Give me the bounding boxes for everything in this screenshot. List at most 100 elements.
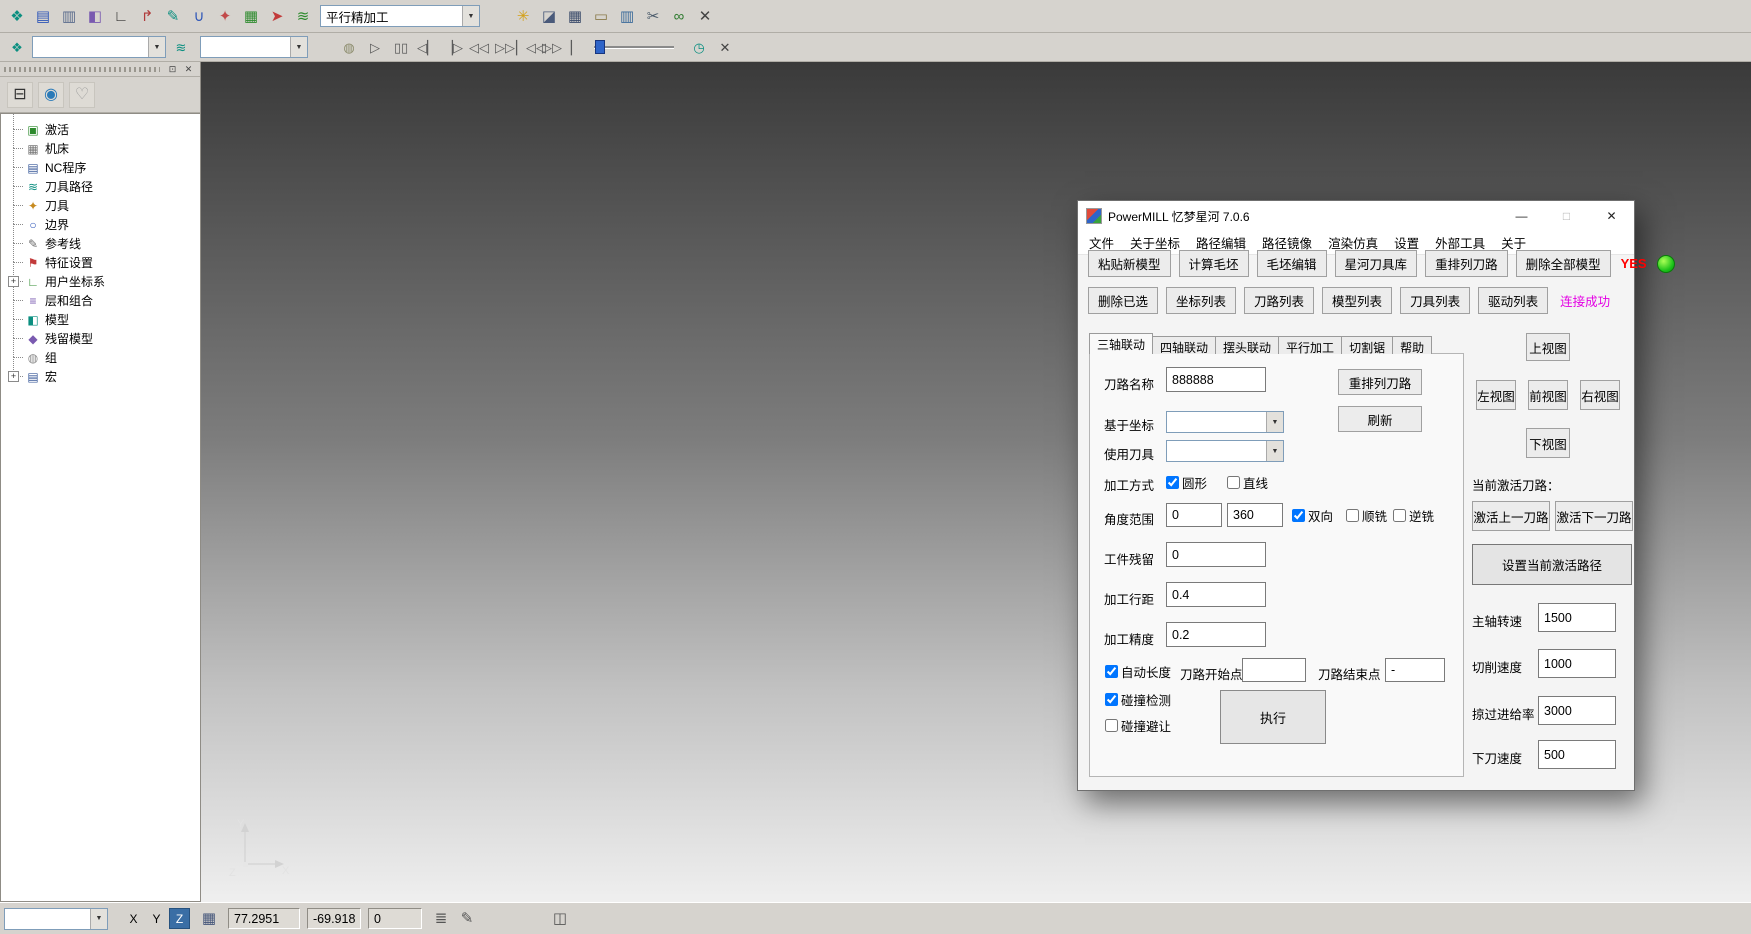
grid-icon[interactable]: ▦: [197, 907, 221, 931]
tab-help[interactable]: 帮助: [1392, 336, 1432, 354]
list-icon[interactable]: ≣: [429, 907, 453, 931]
arrow-tool-icon[interactable]: ➤: [265, 4, 289, 28]
pause-icon[interactable]: ▯▯: [389, 35, 413, 59]
panel-close-button[interactable]: ✕: [181, 63, 196, 76]
reorder-toolpaths-button[interactable]: 重排列刀路: [1338, 369, 1422, 395]
block-icon[interactable]: ◧: [83, 4, 107, 28]
ruler-icon[interactable]: ▭: [589, 4, 613, 28]
play-icon[interactable]: ▷: [363, 35, 387, 59]
print-icon[interactable]: ▥: [57, 4, 81, 28]
auto-length-checkbox[interactable]: 自动长度: [1105, 662, 1171, 681]
collision-avoid-checkbox[interactable]: 碰撞避让: [1105, 716, 1171, 735]
paste-new-model-button[interactable]: 粘贴新模型: [1088, 250, 1171, 277]
delete-all-models-button[interactable]: 删除全部模型: [1516, 250, 1611, 277]
panel-float-button[interactable]: ⊡: [165, 63, 180, 76]
chart-icon[interactable]: ▥: [615, 4, 639, 28]
skim-feed-input[interactable]: [1538, 696, 1616, 725]
binoculars-icon[interactable]: ∞: [667, 4, 691, 28]
workplane-icon[interactable]: ∟: [109, 4, 133, 28]
expand-icon[interactable]: +: [8, 276, 19, 287]
climb-milling-checkbox[interactable]: 顺铣: [1346, 506, 1387, 525]
circle-method-checkbox[interactable]: 圆形: [1166, 473, 1207, 492]
activate-previous-toolpath-button[interactable]: 激活上一刀路: [1472, 501, 1550, 531]
tree-item-toolpaths[interactable]: ≋刀具路径: [9, 177, 200, 196]
checkbox-input[interactable]: [1166, 476, 1179, 489]
angle-from-input[interactable]: [1166, 503, 1222, 527]
tree-item-models[interactable]: ◧模型: [9, 310, 200, 329]
based-coordinate-select[interactable]: ▼: [1166, 411, 1284, 433]
toolpath-list-button[interactable]: 刀路列表: [1244, 287, 1314, 314]
checkbox-input[interactable]: [1346, 509, 1359, 522]
tab-4axis[interactable]: 四轴联动: [1152, 336, 1216, 354]
angle-to-input[interactable]: [1227, 503, 1283, 527]
set-active-path-button[interactable]: 设置当前激活路径: [1472, 544, 1632, 585]
tree-item-stock-models[interactable]: ◆残留模型: [9, 329, 200, 348]
close-button[interactable]: ✕: [1589, 201, 1634, 231]
status-view-select[interactable]: ▼: [4, 908, 108, 930]
tree-structure-icon[interactable]: ⊟: [7, 82, 33, 108]
reorder-toolpaths-button[interactable]: 重排列刀路: [1425, 250, 1508, 277]
layers-icon[interactable]: ❖: [5, 35, 29, 59]
tree-item-macros[interactable]: +▤宏: [9, 367, 200, 386]
maximize-button[interactable]: □: [1544, 201, 1589, 231]
curves-icon[interactable]: ≋: [291, 4, 315, 28]
tree-item-tools[interactable]: ✦刀具: [9, 196, 200, 215]
close-icon[interactable]: ✕: [713, 35, 737, 59]
tree-item-levels[interactable]: ≡层和组合: [9, 291, 200, 310]
favorites-icon[interactable]: ♡: [69, 82, 95, 108]
plunge-speed-input[interactable]: [1538, 740, 1616, 769]
conventional-milling-checkbox[interactable]: 逆铣: [1393, 506, 1434, 525]
panel-grip[interactable]: ⊡ ✕: [0, 62, 200, 77]
save-icon[interactable]: ▤: [31, 4, 55, 28]
tools-icon[interactable]: ✂: [641, 4, 665, 28]
tree-item-workplanes[interactable]: +∟用户坐标系: [9, 272, 200, 291]
step-back-icon[interactable]: ◁▏: [415, 35, 439, 59]
minimize-button[interactable]: —: [1499, 201, 1544, 231]
star-axes-icon[interactable]: ✳: [511, 4, 535, 28]
tolerance-input[interactable]: [1166, 622, 1266, 647]
tree-item-machine[interactable]: ▦机床: [9, 139, 200, 158]
toolpath-select[interactable]: ▼: [32, 36, 166, 58]
fast-forward-icon[interactable]: ▷▷: [493, 35, 517, 59]
collision-detect-checkbox[interactable]: 碰撞检测: [1105, 690, 1171, 709]
dialog-titlebar[interactable]: PowerMILL 忆梦星河 7.0.6 — □ ✕: [1078, 201, 1634, 231]
slider-track[interactable]: [594, 46, 674, 49]
checkbox-input[interactable]: [1105, 665, 1118, 678]
close-icon[interactable]: ✕: [693, 4, 717, 28]
skip-start-icon[interactable]: ▏◁◁: [519, 35, 543, 59]
step-forward-icon[interactable]: ▕▷: [441, 35, 465, 59]
model-list-button[interactable]: 模型列表: [1322, 287, 1392, 314]
line-method-checkbox[interactable]: 直线: [1227, 473, 1268, 492]
compass-icon[interactable]: ✦: [213, 4, 237, 28]
slider-handle[interactable]: [595, 40, 605, 54]
layers-icon[interactable]: ❖: [5, 4, 29, 28]
tree-item-boundaries[interactable]: ○边界: [9, 215, 200, 234]
front-view-button[interactable]: 前视图: [1528, 380, 1568, 410]
tree-item-active[interactable]: ▣激活: [9, 120, 200, 139]
edit-icon[interactable]: ✎: [455, 907, 479, 931]
tab-swivel[interactable]: 摆头联动: [1215, 336, 1279, 354]
delete-selected-button[interactable]: 删除已选: [1088, 287, 1158, 314]
coordinate-z-field[interactable]: 0: [368, 908, 422, 929]
toolpath-end-input[interactable]: [1385, 658, 1445, 682]
plane-icon[interactable]: ◪: [537, 4, 561, 28]
strategy-preset-select[interactable]: 平行精加工 ▼: [320, 5, 480, 27]
bottom-view-button[interactable]: 下视图: [1526, 428, 1570, 458]
tree-item-feature-sets[interactable]: ⚑特征设置: [9, 253, 200, 272]
coordinate-list-button[interactable]: 坐标列表: [1166, 287, 1236, 314]
edit-stock-button[interactable]: 毛坯编辑: [1257, 250, 1327, 277]
tab-3axis[interactable]: 三轴联动: [1089, 333, 1153, 354]
compute-stock-button[interactable]: 计算毛坯: [1179, 250, 1249, 277]
calculator-icon[interactable]: ▦: [563, 4, 587, 28]
simulation-speed-slider[interactable]: [594, 38, 674, 56]
graphics-viewport[interactable]: Y X Z PowerMILL 忆梦星河 7.0.6 — □ ✕ 文件关于坐标路…: [201, 62, 1751, 902]
clock-icon[interactable]: ◷: [687, 35, 711, 59]
checkbox-input[interactable]: [1105, 693, 1118, 706]
lightbulb-icon[interactable]: ◍: [337, 35, 361, 59]
right-view-button[interactable]: 右视图: [1580, 380, 1620, 410]
tree-item-patterns[interactable]: ✎参考线: [9, 234, 200, 253]
globe-icon[interactable]: ◉: [38, 82, 64, 108]
stock-remaining-input[interactable]: [1166, 542, 1266, 567]
axis-y-button[interactable]: Y: [146, 908, 167, 929]
top-view-button[interactable]: 上视图: [1526, 333, 1570, 361]
